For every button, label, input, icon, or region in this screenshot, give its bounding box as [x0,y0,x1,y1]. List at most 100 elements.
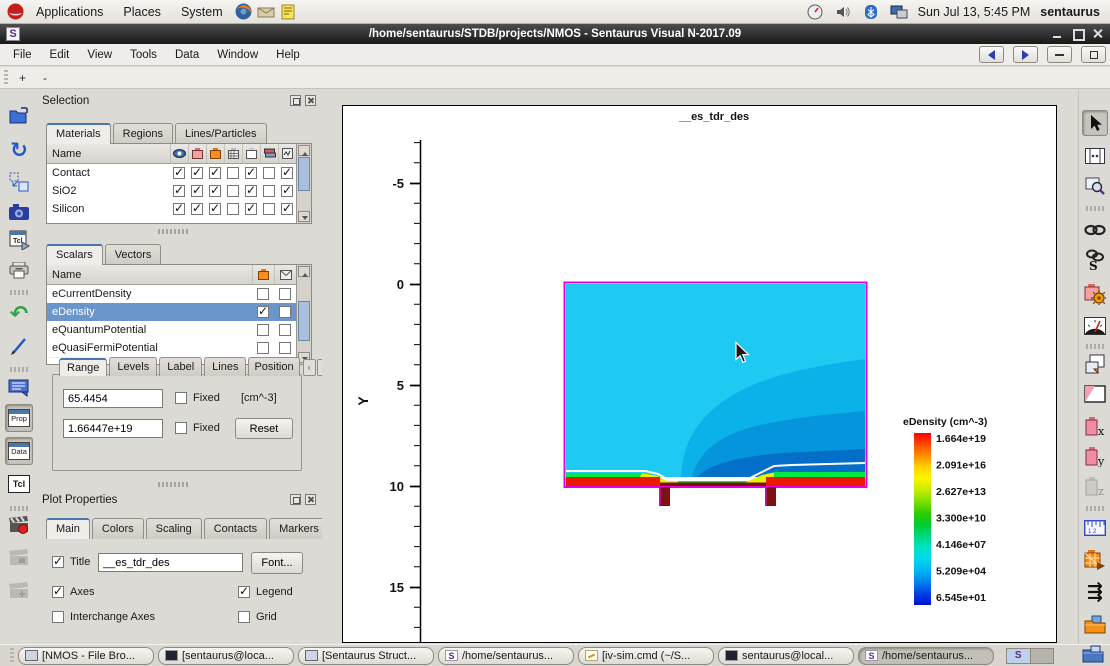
menu-window[interactable]: Window [208,46,267,64]
axes-checkbox[interactable] [52,586,64,598]
checkbox[interactable] [245,167,257,179]
checkbox[interactable] [173,203,185,215]
checkbox[interactable] [245,185,257,197]
menu-places[interactable]: Places [115,3,169,21]
fill-icon[interactable] [252,265,274,284]
checkbox[interactable] [257,342,269,354]
checkbox[interactable] [227,185,239,197]
snapshot-icon[interactable] [7,200,31,224]
materials-scrollbar[interactable] [296,144,311,223]
tab-range[interactable]: Range [59,358,107,376]
scalar-row[interactable]: eCurrentDensity [47,285,296,303]
checkbox[interactable] [245,203,257,215]
scalars-name-header[interactable]: Name [47,269,252,281]
checkbox[interactable] [191,167,203,179]
range-max-input[interactable] [63,419,163,438]
ruler-icon[interactable]: 1 2 [1083,516,1107,540]
plot-canvas[interactable]: __es_tdr_des -5 0 5 10 15 Y [342,105,1057,643]
clock[interactable]: Sun Jul 13, 5:45 PM [918,5,1031,19]
properties-panel-toggle[interactable]: Prop [5,404,33,432]
menu-edit[interactable]: Edit [41,46,79,64]
checkbox[interactable] [279,288,291,300]
open-file-icon[interactable] [7,104,31,128]
checkbox[interactable] [191,203,203,215]
collapse-panels-button[interactable] [1047,46,1072,63]
labels-icon[interactable] [274,265,296,284]
fill-icon[interactable] [188,144,206,163]
title-checkbox[interactable] [52,556,64,568]
reset-button[interactable]: Reset [235,418,293,439]
panel-splitter[interactable] [158,482,188,487]
zoom-out-button[interactable]: - [37,70,53,86]
menu-tools[interactable]: Tools [121,46,166,64]
copy-window-icon[interactable] [1083,352,1107,376]
cut-y-icon[interactable]: y [1083,445,1107,469]
workspace-switcher[interactable]: S [1006,648,1054,664]
tab-main[interactable]: Main [46,518,90,539]
taskbar-item-terminal-2[interactable]: sentaurus@local... [718,647,854,665]
tab-lines[interactable]: Lines [204,357,246,376]
checkbox[interactable] [279,306,291,318]
taskbar-item-sentaurus-1[interactable]: S /home/sentaurus... [438,647,574,665]
movie-stop-icon[interactable] [7,547,31,571]
file-manager-icon[interactable] [1082,645,1104,666]
taskbar-item-file-browser[interactable]: [NMOS - File Bro... [18,647,154,665]
checkbox[interactable] [257,324,269,336]
link-plots-icon[interactable] [1083,218,1107,242]
taskbar-item-sentaurus-active[interactable]: S /home/sentaurus... [858,647,994,665]
messages-log-icon[interactable] [7,376,31,400]
checkbox[interactable] [173,185,185,197]
materials-name-header[interactable]: Name [47,148,170,160]
link-selection-icon[interactable]: S [1083,248,1107,272]
material-row-silicon[interactable]: Silicon [47,200,296,218]
logged-in-user[interactable]: sentaurus [1040,5,1100,19]
outline-icon[interactable] [242,144,260,163]
checkbox[interactable] [173,167,185,179]
tab-regions[interactable]: Regions [113,123,173,144]
float-panel-button[interactable] [290,494,301,505]
menu-help[interactable]: Help [267,46,309,64]
legend-checkbox[interactable] [238,586,250,598]
tab-position[interactable]: Position [248,357,299,376]
checkbox[interactable] [209,185,221,197]
interchange-axes-checkbox[interactable] [52,611,64,623]
stream-trace-icon[interactable]: ⇶ [1083,580,1107,604]
close-panel-button[interactable] [305,494,316,505]
tab-scalars[interactable]: Scalars [46,244,103,265]
tab-scroll-left[interactable]: ‹ [303,359,316,376]
checkbox[interactable] [279,342,291,354]
tcl-console-toggle[interactable]: Tcl [5,470,33,498]
layers-icon[interactable] [260,144,278,163]
material-row-contact[interactable]: Contact [47,164,296,182]
panel-splitter[interactable] [158,229,188,234]
close-panel-button[interactable] [305,95,316,106]
tab-scaling[interactable]: Scaling [146,518,202,539]
movie-add-frame-icon[interactable] [7,580,31,604]
window-titlebar[interactable]: S /home/sentaurus/STDB/projects/NMOS - S… [0,24,1110,44]
mail-launcher-icon[interactable] [257,3,275,21]
zoom-in-button[interactable]: + [14,70,31,86]
checkbox[interactable] [227,167,239,179]
grid-checkbox[interactable] [238,611,250,623]
material-settings-icon[interactable] [1083,282,1107,306]
legend-toggle[interactable]: Legend [238,586,293,598]
restore-panels-button[interactable] [1081,46,1106,63]
checkbox[interactable] [257,306,269,318]
maximize-button[interactable] [1072,28,1084,40]
network-icon[interactable] [890,3,908,21]
tab-levels[interactable]: Levels [109,357,157,376]
checkbox[interactable] [279,324,291,336]
tab-contacts[interactable]: Contacts [204,518,267,539]
checkbox[interactable] [227,203,239,215]
checkbox[interactable] [209,203,221,215]
taskbar-item-terminal-1[interactable]: [sentaurus@loca... [158,647,294,665]
toolbar-grip[interactable] [4,70,8,86]
axes-toggle[interactable]: Axes [52,586,94,598]
reset-view-icon[interactable] [7,170,31,194]
menu-data[interactable]: Data [166,46,208,64]
mesh-export-icon[interactable] [1083,548,1107,572]
scalar-row-edensity-selected[interactable]: eDensity [47,303,296,321]
interchange-axes-toggle[interactable]: Interchange Axes [52,611,155,623]
probe-gauge-icon[interactable] [1083,314,1107,338]
forward-button[interactable] [1013,46,1038,63]
